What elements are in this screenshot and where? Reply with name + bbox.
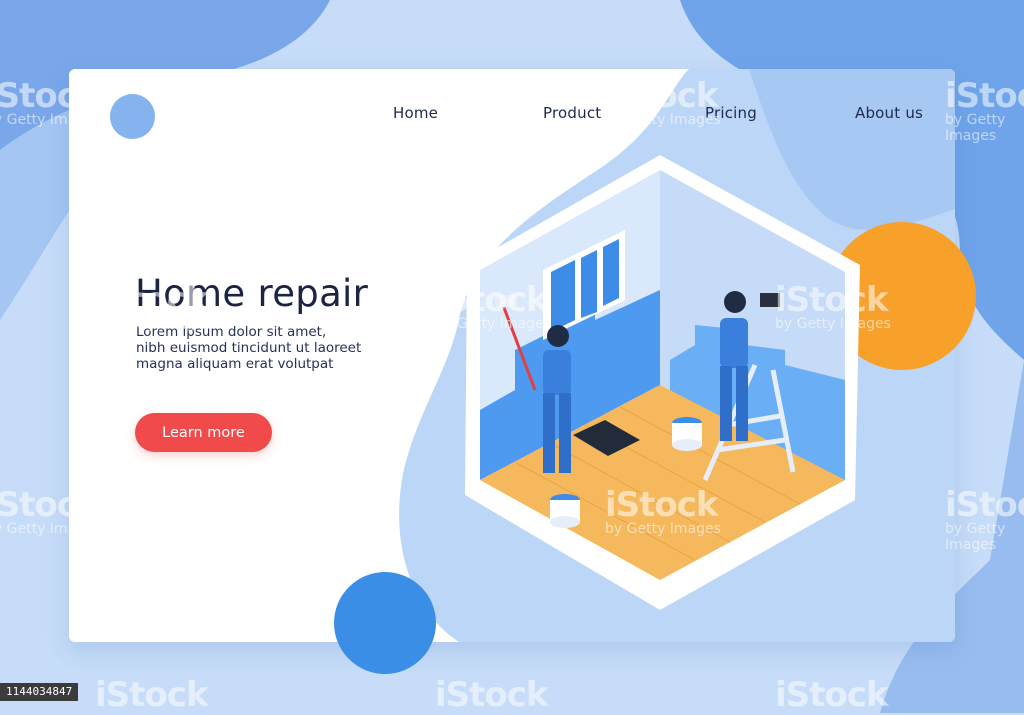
learn-more-button[interactable]: Learn more xyxy=(135,413,272,452)
hero-description: Lorem ipsum dolor sit amet, nibh euismod… xyxy=(136,324,396,372)
nav-about-us[interactable]: About us xyxy=(855,104,923,122)
hero-text-line: magna aliquam erat volutpat xyxy=(136,356,334,372)
nav-pricing[interactable]: Pricing xyxy=(705,104,757,122)
image-id-label: 1144034847 xyxy=(0,683,79,701)
hero-title: Home repair xyxy=(135,272,369,315)
isometric-room-illustration xyxy=(465,155,860,610)
blue-circle-decoration xyxy=(334,572,436,674)
hero-text-line: nibh euismod tincidunt ut laoreet xyxy=(136,340,362,356)
nav-home[interactable]: Home xyxy=(393,104,438,122)
top-nav: Home Product Pricing About us xyxy=(0,104,1024,128)
hero-text-line: Lorem ipsum dolor sit amet, xyxy=(136,324,327,340)
nav-product[interactable]: Product xyxy=(543,104,601,122)
